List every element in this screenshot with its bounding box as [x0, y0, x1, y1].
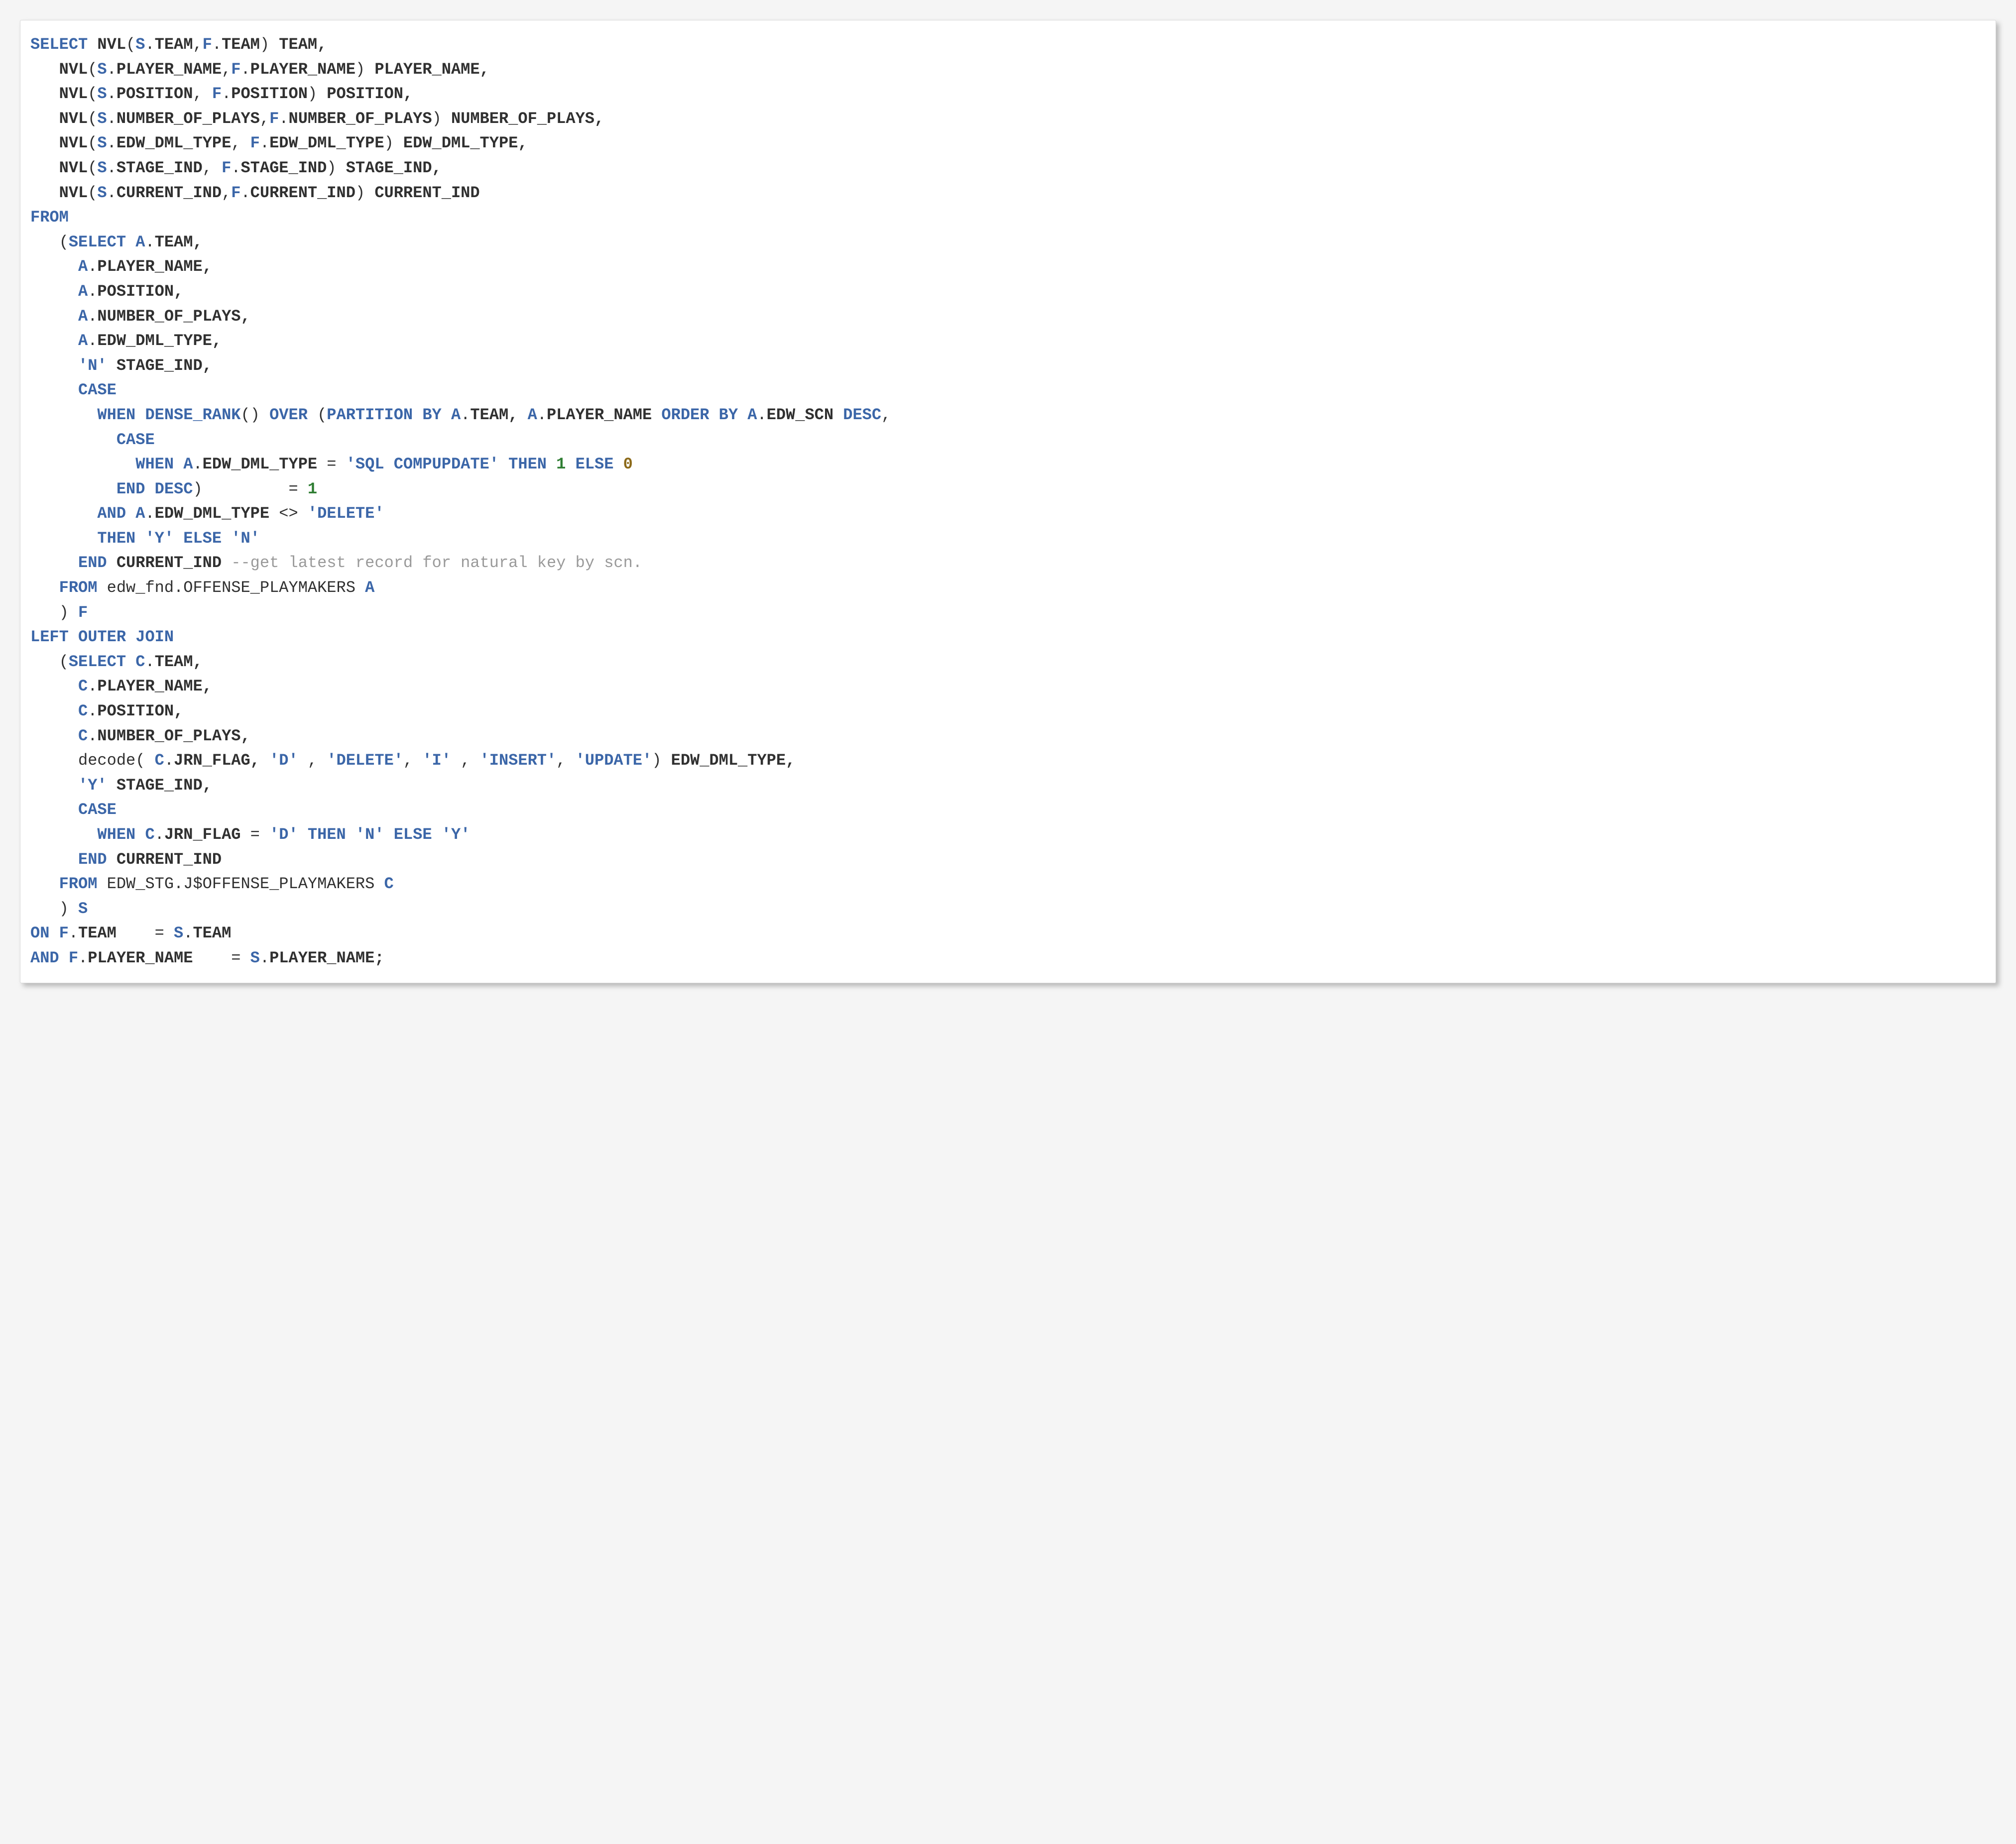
kw-select: SELECT [30, 35, 88, 54]
kw-on: ON [30, 924, 49, 942]
kw-from: FROM [30, 208, 69, 227]
table-name: edw_fnd.OFFENSE_PLAYMAKERS [107, 578, 356, 597]
comment: --get latest record for natural key by s… [231, 554, 642, 572]
sql-code-block: SELECT NVL(S.TEAM,F.TEAM) TEAM, NVL(S.PL… [20, 20, 1996, 983]
fn-nvl: NVL [97, 35, 126, 54]
table-name: EDW_STG.J$OFFENSE_PLAYMAKERS [107, 875, 375, 893]
kw-and: AND [30, 949, 59, 967]
kw-left-outer-join: LEFT OUTER JOIN [30, 628, 174, 646]
